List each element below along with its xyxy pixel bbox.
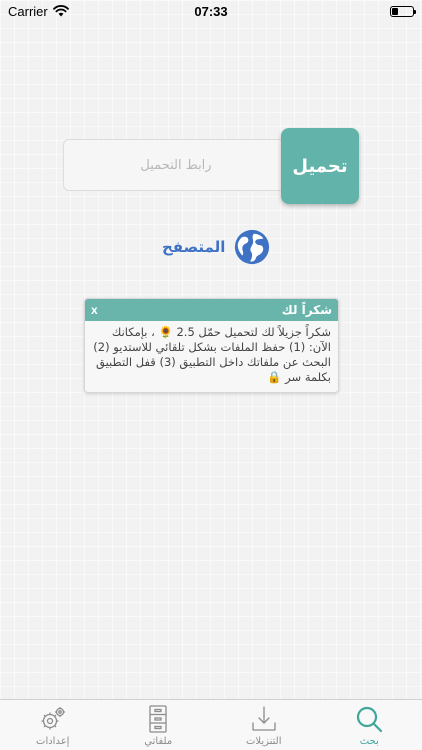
thanks-dialog: x شكراً لك شكراً جزيلاً لك لتحميل حمّل 2… — [84, 298, 339, 393]
carrier-label: Carrier — [8, 3, 48, 19]
tab-bar: إعدادات ملفاتي التنزيلات بحث — [0, 699, 422, 750]
dialog-header: x شكراً لك — [85, 299, 338, 321]
status-bar: Carrier 07:33 — [0, 0, 422, 22]
globe-icon — [235, 229, 270, 265]
battery-icon — [390, 5, 416, 17]
gear-icon — [41, 707, 65, 730]
download-button[interactable]: تحميل — [281, 128, 359, 204]
tab-my-files[interactable]: ملفاتي — [106, 700, 212, 750]
close-button[interactable]: x — [91, 303, 98, 317]
tab-label-search: بحث — [359, 736, 379, 747]
dialog-message: شكراً جزيلاً لك لتحميل حمّل 2.5 🌻 ، بإمك… — [93, 325, 331, 384]
tab-label-downloads: التنزيلات — [245, 736, 282, 747]
browser-label: المتصفح — [162, 238, 226, 256]
battery-fill — [392, 7, 398, 15]
dialog-title: شكراً لك — [281, 303, 332, 317]
wifi-icon — [52, 5, 69, 17]
download-icon — [252, 706, 276, 731]
tab-settings[interactable]: إعدادات — [0, 700, 106, 750]
tab-downloads[interactable]: التنزيلات — [211, 700, 317, 750]
search-icon — [357, 706, 383, 733]
cabinet-icon — [149, 705, 167, 733]
tab-search[interactable]: بحث — [317, 700, 422, 750]
tab-label-settings: إعدادات — [36, 736, 70, 747]
download-row: تحميل — [63, 128, 359, 204]
tab-label-my-files: ملفاتي — [144, 736, 173, 747]
browser-button[interactable]: المتصفح — [162, 228, 271, 266]
download-url-input[interactable] — [63, 139, 289, 191]
status-left: Carrier — [8, 4, 69, 19]
